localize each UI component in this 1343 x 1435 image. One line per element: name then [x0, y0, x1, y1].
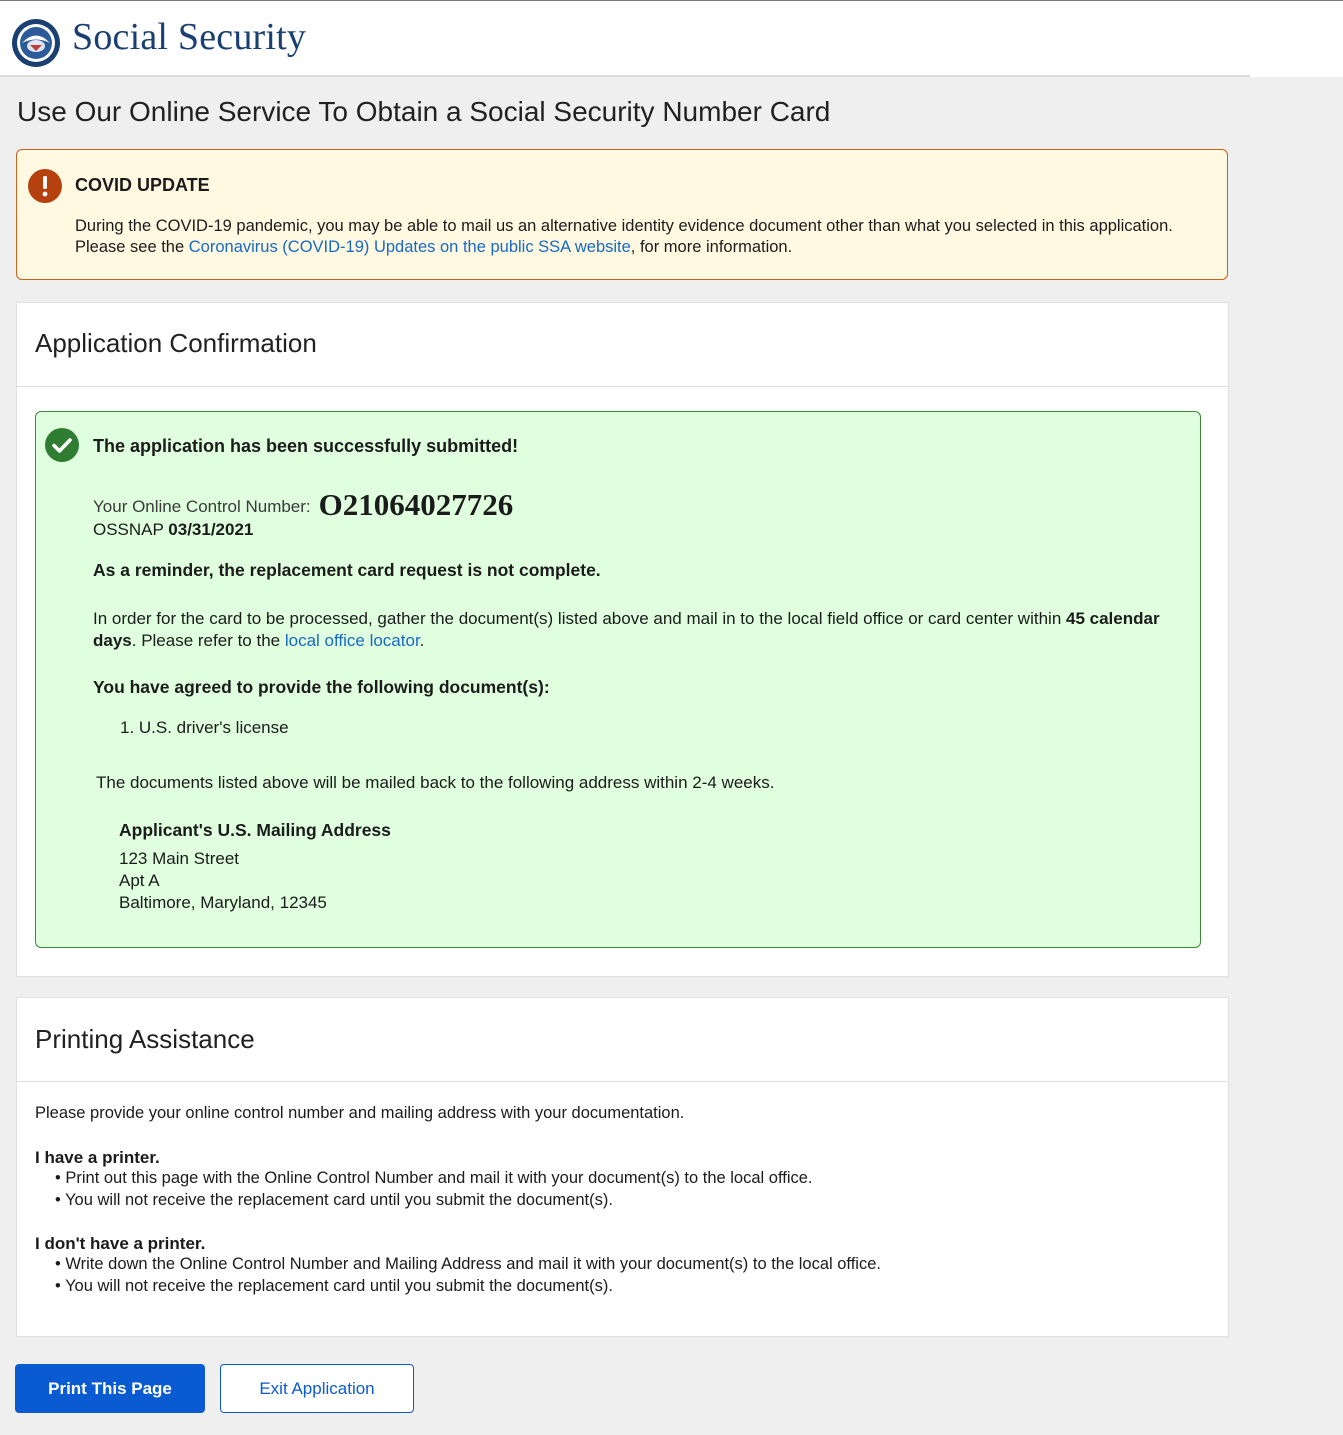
confirmation-panel-title: Application Confirmation	[17, 303, 1228, 387]
control-number-row: Your Online Control Number: O21064027726	[93, 484, 514, 522]
covid-alert: COVID UPDATE During the COVID-19 pandemi…	[16, 149, 1228, 280]
control-number-value: O21064027726	[318, 487, 514, 522]
check-circle-icon	[45, 428, 79, 462]
ssa-seal-icon[interactable]	[11, 18, 61, 68]
printing-intro: Please provide your online control numbe…	[35, 1104, 685, 1122]
order-text-1: In order for the card to be processed, g…	[93, 609, 1066, 628]
have-printer-heading: I have a printer.	[35, 1148, 160, 1167]
header-right-strip	[1250, 1, 1343, 77]
covid-text: During the COVID-19 pandemic, you may be…	[75, 216, 1195, 258]
ossnap-date: 03/31/2021	[168, 520, 254, 539]
address-line-3: Baltimore, Maryland, 12345	[119, 893, 327, 912]
reminder-text: As a reminder, the replacement card requ…	[93, 560, 601, 580]
mailed-back-text: The documents listed above will be maile…	[96, 773, 775, 792]
have-printer-bullet-2: • You will not receive the replacement c…	[55, 1191, 613, 1209]
ossnap-label: OSSNAP	[93, 520, 164, 539]
order-text-3: .	[419, 631, 425, 650]
brand-title[interactable]: Social Security	[72, 15, 306, 59]
printing-panel-title: Printing Assistance	[17, 998, 1228, 1082]
have-printer-bullet-1: • Print out this page with the Online Co…	[55, 1169, 813, 1187]
agreed-documents-heading: You have agreed to provide the following…	[93, 677, 550, 697]
success-alert: The application has been successfully su…	[35, 411, 1201, 948]
page-title: Use Our Online Service To Obtain a Socia…	[17, 96, 831, 127]
print-page-button[interactable]: Print This Page	[15, 1364, 205, 1413]
success-heading: The application has been successfully su…	[93, 436, 519, 456]
document-list-item: 1. U.S. driver's license	[120, 718, 289, 737]
covid-updates-link[interactable]: Coronavirus (COVID-19) Updates on the pu…	[189, 238, 631, 256]
exit-application-button[interactable]: Exit Application	[220, 1364, 414, 1413]
order-text-2: . Please refer to the	[131, 631, 285, 650]
address-line-1: 123 Main Street	[119, 849, 240, 868]
covid-text-after: , for more information.	[630, 238, 793, 256]
mailing-address-title: Applicant's U.S. Mailing Address	[119, 820, 391, 840]
confirmation-panel: Application Confirmation The application…	[16, 302, 1229, 977]
order-instructions: In order for the card to be processed, g…	[93, 608, 1173, 652]
ossnap-line: OSSNAP 03/31/2021	[93, 520, 253, 540]
control-number-label: Your Online Control Number:	[93, 497, 311, 516]
address-line-2: Apt A	[119, 871, 160, 890]
warning-icon	[28, 169, 62, 203]
local-office-locator-link[interactable]: local office locator	[285, 631, 420, 650]
printing-assistance-panel: Printing Assistance Please provide your …	[16, 997, 1229, 1337]
no-printer-bullet-1: • Write down the Online Control Number a…	[55, 1255, 881, 1273]
site-header: Social Security	[0, 1, 1250, 77]
no-printer-bullet-2: • You will not receive the replacement c…	[55, 1277, 613, 1295]
covid-heading: COVID UPDATE	[75, 175, 210, 195]
no-printer-heading: I don't have a printer.	[35, 1234, 206, 1253]
